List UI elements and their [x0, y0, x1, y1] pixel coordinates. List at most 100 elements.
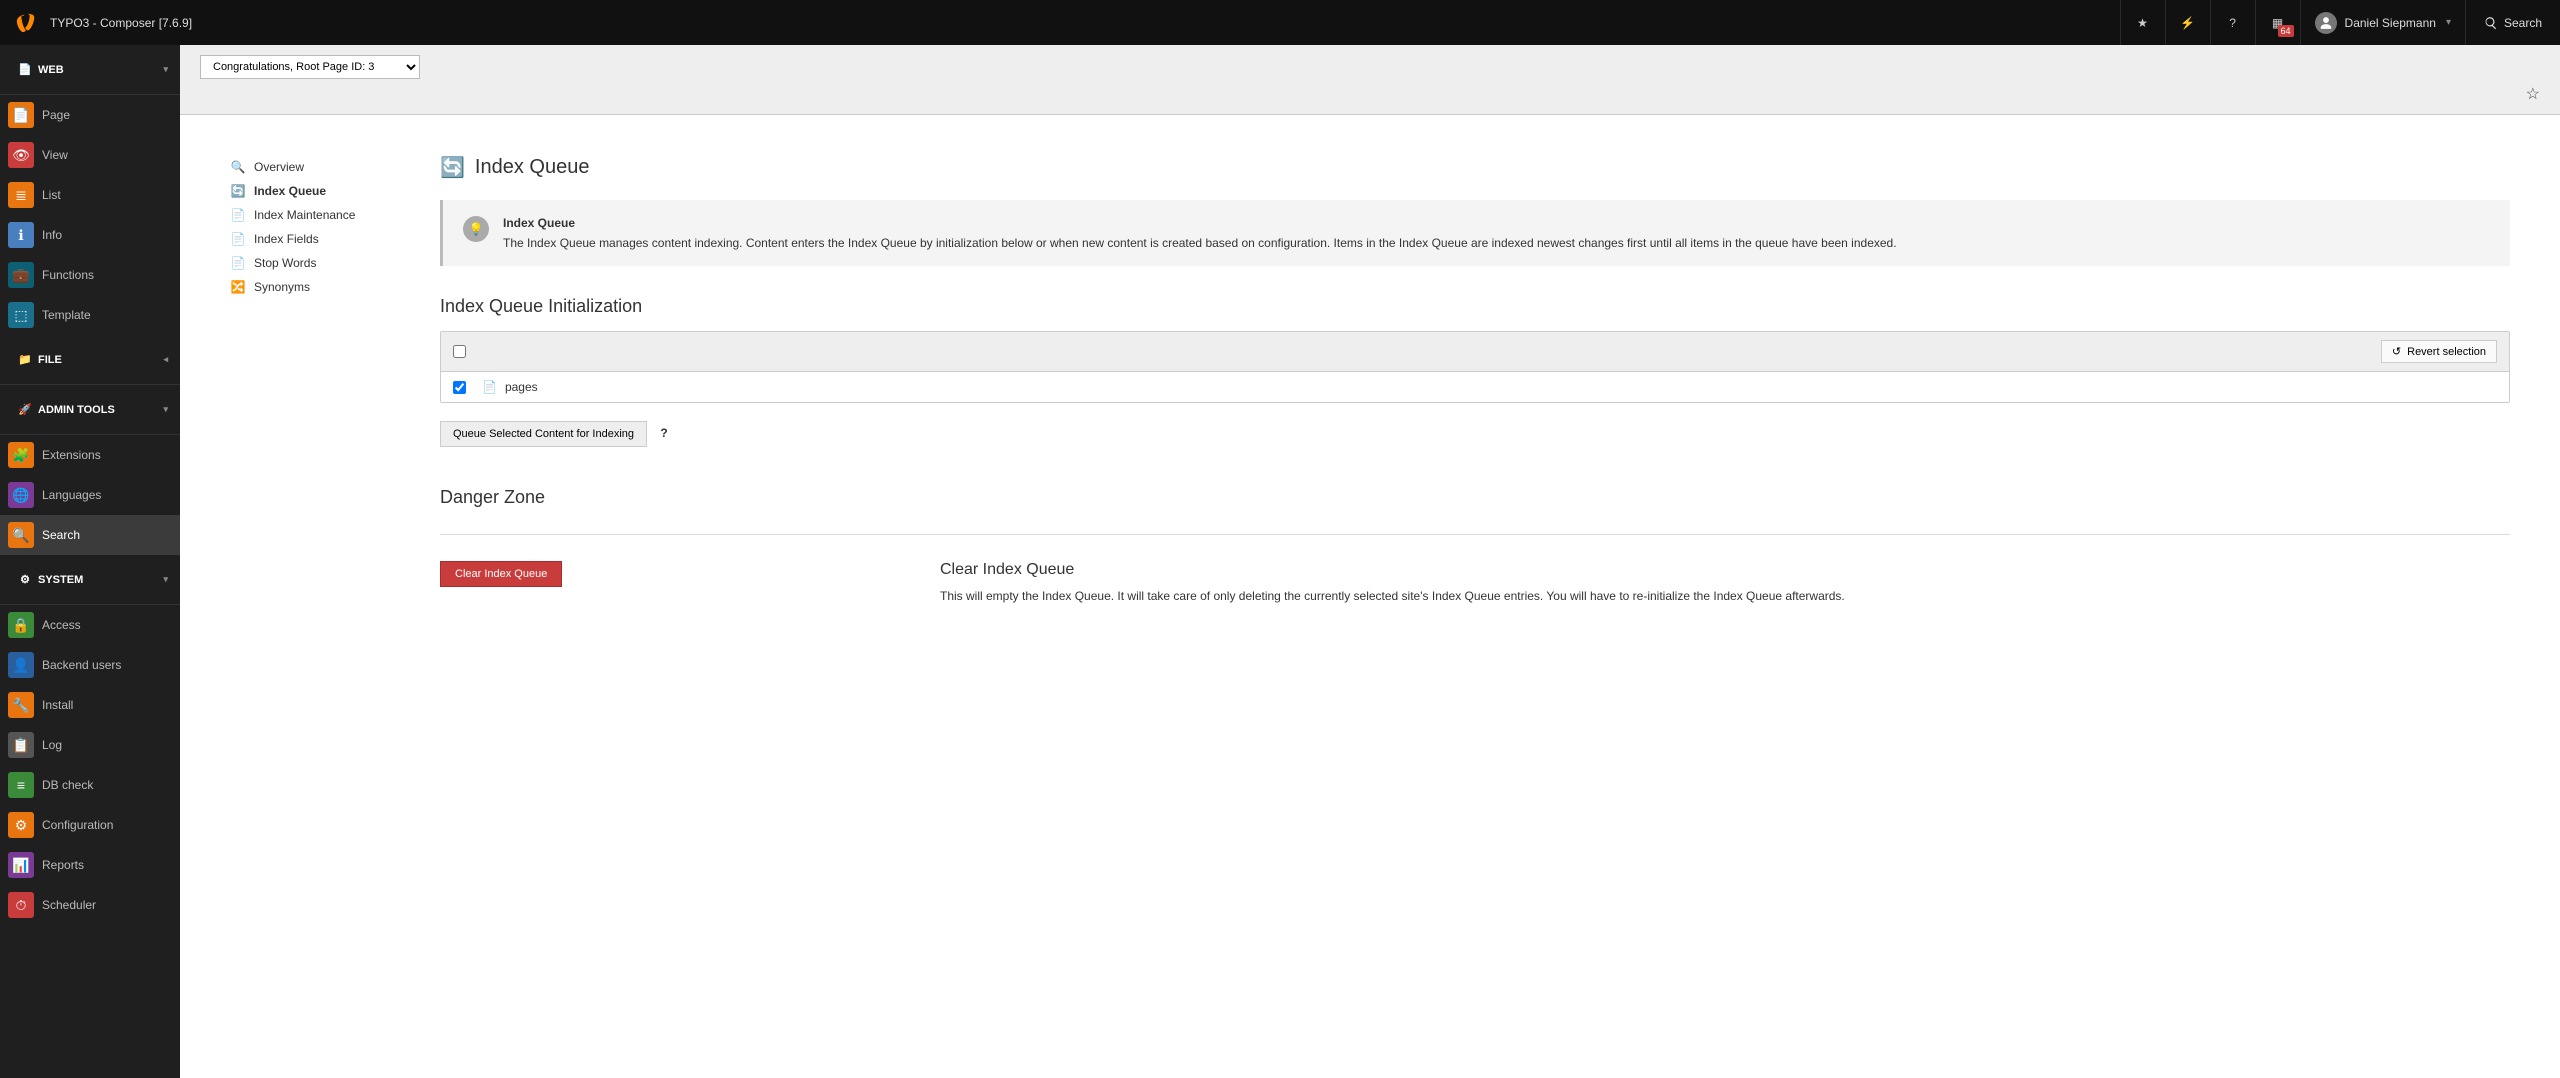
subnav-label: Synonyms — [254, 280, 310, 294]
module-item-access[interactable]: 🔒Access — [0, 605, 180, 645]
select-all-checkbox[interactable] — [453, 345, 466, 358]
divider — [440, 534, 2510, 535]
subnav-label: Index Fields — [254, 232, 319, 246]
chevron-down-icon: ▾ — [163, 574, 168, 585]
module-item-beusers[interactable]: 👤 Backend users — [0, 645, 180, 685]
revert-selection-button[interactable]: ↺ Revert selection — [2381, 340, 2497, 363]
briefcase-icon: 💼 — [8, 262, 34, 288]
subnav-item-stop[interactable]: 📄Stop Words — [230, 251, 400, 275]
page-title: 🔄 Index Queue — [440, 155, 2510, 180]
search-icon: 🔍 — [8, 522, 34, 548]
topbar-title: TYPO3 - Composer [7.6.9] — [50, 16, 192, 30]
file-icon: 📄 — [482, 380, 497, 394]
subnav-label: Index Maintenance — [254, 208, 355, 222]
module-item-label: Access — [42, 618, 81, 632]
subnav-item-syn[interactable]: 🔀Synonyms — [230, 275, 400, 299]
notifications-button[interactable]: ▦ 64 — [2255, 0, 2300, 45]
clock-icon: ⏱ — [8, 892, 34, 918]
clear-title: Clear Index Queue — [940, 561, 1845, 579]
module-item-languages[interactable]: 🌐Languages — [0, 475, 180, 515]
module-item-functions[interactable]: 💼Functions — [0, 255, 180, 295]
help-button[interactable]: ? — [2210, 0, 2255, 45]
module-item-label: List — [42, 188, 61, 202]
module-item-install[interactable]: 🔧 Install — [0, 685, 180, 725]
subnav-icon: 📄 — [230, 231, 246, 247]
star-outline-icon: ☆ — [2526, 86, 2540, 103]
clear-description: This will empty the Index Queue. It will… — [940, 589, 1845, 603]
module-item-label: Template — [42, 308, 91, 322]
module-item-list[interactable]: ≣List — [0, 175, 180, 215]
module-item-searchm[interactable]: 🔍Search — [0, 515, 180, 555]
info-callout: 💡 Index Queue The Index Queue manages co… — [440, 200, 2510, 266]
folder-icon: 📁 — [12, 353, 38, 366]
module-item-label: Reports — [42, 858, 84, 872]
module-item-info[interactable]: ℹInfo — [0, 215, 180, 255]
info-title: Index Queue — [503, 216, 1897, 230]
subnav-item-overview[interactable]: 🔍Overview — [230, 155, 400, 179]
subnav-item-maint[interactable]: 📄 Index Maintenance — [230, 203, 400, 227]
queue-selected-button[interactable]: Queue Selected Content for Indexing — [440, 421, 647, 447]
search-label: Search — [2504, 16, 2542, 30]
page-selector[interactable]: Congratulations, Root Page ID: 3 — [200, 55, 420, 79]
help-icon: ? — [2229, 16, 2236, 30]
file-icon: 📄 — [8, 102, 34, 128]
subnav-label: Overview — [254, 160, 304, 174]
danger-heading: Danger Zone — [440, 487, 2510, 508]
chevron-down-icon: ▾ — [2446, 17, 2451, 28]
db-icon: ≡ — [8, 772, 34, 798]
module-item-page[interactable]: 📄Page — [0, 95, 180, 135]
module-item-dbcheck[interactable]: ≡ DB check — [0, 765, 180, 805]
template-icon: ⬚ — [8, 302, 34, 328]
bookmark-button[interactable]: ★ — [2120, 0, 2165, 45]
module-item-config[interactable]: ⚙Configuration — [0, 805, 180, 845]
flush-cache-button[interactable]: ⚡ — [2165, 0, 2210, 45]
module-item-extensions[interactable]: 🧩Extensions — [0, 435, 180, 475]
chevron-down-icon: ▾ — [163, 404, 168, 415]
topbar: TYPO3 - Composer [7.6.9] ★ ⚡ ? ▦ 64 Dani… — [0, 0, 2560, 45]
search-icon — [2484, 16, 2498, 30]
global-search[interactable]: Search — [2465, 0, 2560, 45]
module-item-reports[interactable]: 📊Reports — [0, 845, 180, 885]
page-select-dropdown[interactable]: Congratulations, Root Page ID: 3 — [200, 55, 420, 79]
module-item-label: Backend users — [42, 658, 121, 672]
avatar-icon — [2315, 12, 2337, 34]
row-checkbox-pages[interactable] — [453, 381, 466, 394]
content-area: Congratulations, Root Page ID: 3 ☆ 🔍Over… — [180, 45, 2560, 1078]
module-item-log[interactable]: 📋Log — [0, 725, 180, 765]
bookmark-page-button[interactable]: ☆ — [2526, 84, 2540, 104]
log-icon: 📋 — [8, 732, 34, 758]
module-item-scheduler[interactable]: ⏱Scheduler — [0, 885, 180, 925]
row-label: pages — [505, 380, 538, 394]
module-item-view[interactable]: 👁View — [0, 135, 180, 175]
module-item-label: Configuration — [42, 818, 113, 832]
module-item-label: Extensions — [42, 448, 101, 462]
init-heading: Index Queue Initialization — [440, 296, 2510, 317]
subnav-label: Stop Words — [254, 256, 316, 270]
init-table: ↺ Revert selection 📄 pages — [440, 331, 2510, 403]
info-description: The Index Queue manages content indexing… — [503, 236, 1897, 250]
module-group-system[interactable]: ⚙SYSTEM▾ — [0, 555, 180, 605]
module-item-label: DB check — [42, 778, 93, 792]
table-row: 📄 pages — [441, 372, 2509, 402]
module-item-template[interactable]: ⬚ Template — [0, 295, 180, 335]
clear-index-queue-button[interactable]: Clear Index Queue — [440, 561, 562, 587]
user-menu[interactable]: Daniel Siepmann ▾ — [2300, 0, 2465, 45]
subnav-item-fields[interactable]: 📄 Index Fields — [230, 227, 400, 251]
rocket-icon: 🚀 — [12, 403, 38, 416]
subnav-item-queue[interactable]: 🔄Index Queue — [230, 179, 400, 203]
user-icon: 👤 — [8, 652, 34, 678]
module-item-label: Info — [42, 228, 62, 242]
star-icon: ★ — [2137, 16, 2148, 30]
typo3-logo — [12, 9, 40, 37]
module-group-admin-tools[interactable]: 🚀ADMIN TOOLS▾ — [0, 385, 180, 435]
gear-icon: ⚙ — [12, 573, 38, 586]
module-group-file[interactable]: 📁FILE◂ — [0, 335, 180, 385]
module-item-label: Install — [42, 698, 73, 712]
chevron-left-icon: ◂ — [163, 354, 168, 365]
chevron-down-icon: ▾ — [163, 64, 168, 75]
danger-zone: Clear Index Queue Clear Index Queue This… — [440, 561, 2510, 603]
subnav-icon: 📄 — [230, 207, 246, 223]
help-tooltip[interactable]: ? — [660, 426, 667, 440]
module-group-web[interactable]: 📄WEB▾ — [0, 45, 180, 95]
wrench-icon: 🔧 — [8, 692, 34, 718]
